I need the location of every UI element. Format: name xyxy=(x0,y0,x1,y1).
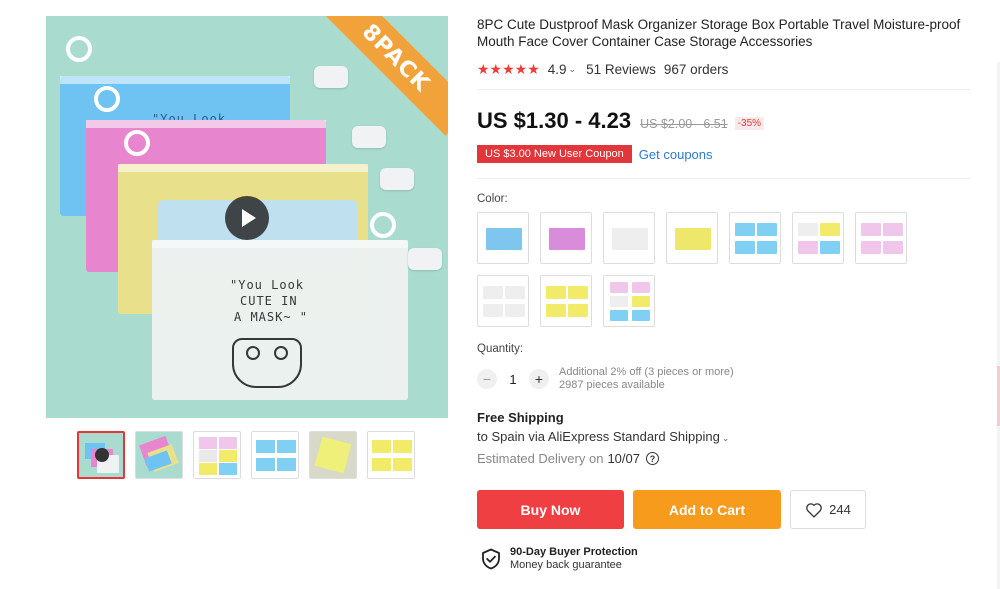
wishlist-button[interactable]: 244 xyxy=(790,490,866,529)
zipper xyxy=(60,76,290,84)
clip-graphic xyxy=(314,66,348,88)
zipper xyxy=(86,120,326,128)
wishlist-count: 244 xyxy=(829,502,851,517)
protection-title: 90-Day Buyer Protection xyxy=(510,546,638,558)
color-swatch[interactable] xyxy=(729,212,781,264)
color-swatch[interactable] xyxy=(477,275,529,327)
add-to-cart-button[interactable]: Add to Cart xyxy=(633,490,781,529)
pouch-text: CUTE IN xyxy=(240,294,298,308)
rating-row: ★★★★★ 4.9 ⌄ 51 Reviews 967 orders xyxy=(477,61,728,78)
zipper xyxy=(152,240,408,248)
reviews-link[interactable]: 51 Reviews xyxy=(586,62,656,77)
star-rating-icon: ★★★★★ xyxy=(477,61,540,77)
ring-graphic xyxy=(124,130,150,156)
color-swatch[interactable] xyxy=(477,212,529,264)
thumbnail[interactable] xyxy=(135,431,183,479)
pouch-text: "You Look xyxy=(230,278,305,292)
play-icon xyxy=(95,448,109,462)
bulk-discount-note: Additional 2% off (3 pieces or more) xyxy=(559,366,734,378)
increase-button[interactable]: + xyxy=(529,369,549,389)
decrease-button[interactable]: − xyxy=(477,369,497,389)
discount-badge: -35% xyxy=(734,117,765,130)
help-icon[interactable]: ? xyxy=(646,452,659,465)
color-swatch[interactable] xyxy=(666,212,718,264)
stock-note: 2987 pieces available xyxy=(559,379,665,391)
pack-banner-label: 8PACK xyxy=(357,19,435,97)
shield-check-icon xyxy=(482,548,500,570)
color-swatch[interactable] xyxy=(603,212,655,264)
shipping-method-text[interactable]: to Spain via AliExpress Standard Shippin… xyxy=(477,429,720,444)
color-swatch[interactable] xyxy=(540,212,592,264)
shipping-title: Free Shipping xyxy=(477,410,564,425)
rating-value[interactable]: 4.9 xyxy=(548,62,567,77)
white-pouch-graphic: "You Look CUTE IN A MASK~ " xyxy=(152,240,408,400)
quantity-value[interactable]: 1 xyxy=(497,372,529,387)
clip-graphic xyxy=(352,126,386,148)
thumbnail[interactable] xyxy=(309,431,357,479)
zipper xyxy=(118,164,368,172)
mask-face-graphic xyxy=(232,338,302,388)
clip-graphic xyxy=(408,248,442,270)
shipping-method[interactable]: to Spain via AliExpress Standard Shippin… xyxy=(477,429,729,444)
play-icon[interactable] xyxy=(225,196,269,240)
coupon-row: US $3.00 New User Coupon Get coupons xyxy=(477,145,713,163)
thumbnail[interactable] xyxy=(251,431,299,479)
get-coupons-link[interactable]: Get coupons xyxy=(639,147,713,162)
color-swatch[interactable] xyxy=(540,275,592,327)
coupon-badge[interactable]: US $3.00 New User Coupon xyxy=(477,145,632,163)
color-swatches xyxy=(477,212,917,327)
estimated-delivery-date: 10/07 xyxy=(607,451,640,466)
quantity-stepper: − 1 + Additional 2% off (3 pieces or mor… xyxy=(477,366,734,392)
original-price: US $2.00 - 6.51 xyxy=(640,117,728,131)
price: US $1.30 - 4.23 xyxy=(477,108,632,133)
price-row: US $1.30 - 4.23 US $2.00 - 6.51 -35% xyxy=(477,108,765,134)
ring-graphic xyxy=(94,86,120,112)
estimated-delivery-label: Estimated Delivery on xyxy=(477,451,604,466)
thumbnail[interactable] xyxy=(77,431,125,479)
color-swatch[interactable] xyxy=(603,275,655,327)
color-swatch[interactable] xyxy=(792,212,844,264)
color-label: Color: xyxy=(477,193,508,205)
thumbnail[interactable] xyxy=(367,431,415,479)
buy-now-button[interactable]: Buy Now xyxy=(477,490,624,529)
quantity-note: Additional 2% off (3 pieces or more) 298… xyxy=(559,366,734,392)
estimated-delivery: Estimated Delivery on 10/07 ? xyxy=(477,451,659,466)
heart-icon xyxy=(806,502,822,518)
pouch-text: A MASK~ " xyxy=(234,310,309,324)
clip-graphic xyxy=(380,168,414,190)
product-title: 8PC Cute Dustproof Mask Organizer Storag… xyxy=(477,17,961,49)
divider xyxy=(477,89,970,90)
chevron-down-icon[interactable]: ⌄ xyxy=(722,433,730,443)
main-product-image[interactable]: "You Look "You Look CUTE IN A MASK~ " 8P… xyxy=(46,16,448,418)
orders-count: 967 orders xyxy=(663,62,729,77)
quantity-label: Quantity: xyxy=(477,343,524,355)
thumbnail-strip xyxy=(77,431,415,479)
buyer-protection: 90-Day Buyer Protection Money back guara… xyxy=(481,546,638,572)
ring-graphic xyxy=(370,212,396,238)
ring-graphic xyxy=(66,36,92,62)
chevron-down-icon[interactable]: ⌄ xyxy=(569,64,577,75)
thumbnail[interactable] xyxy=(193,431,241,479)
protection-subtitle: Money back guarantee xyxy=(510,559,622,571)
color-swatch[interactable] xyxy=(855,212,907,264)
divider xyxy=(477,178,970,179)
